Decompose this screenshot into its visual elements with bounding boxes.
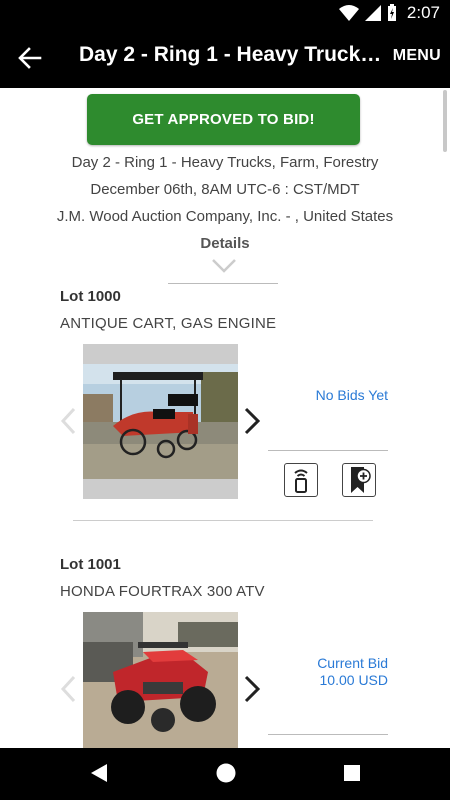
menu-button[interactable]: MENU	[393, 47, 441, 65]
battery-icon	[387, 4, 396, 21]
chevron-left-icon[interactable]	[58, 406, 78, 436]
bid-status: Current Bid 10.00 USD	[258, 655, 388, 689]
antique-cart-photo	[83, 364, 238, 479]
bookmark-add-icon	[351, 467, 371, 493]
bid-amount: 10.00 USD	[319, 672, 388, 688]
lot-number: Lot 1000	[60, 288, 121, 305]
chevron-down-icon[interactable]	[211, 258, 237, 274]
app-bar: Day 2 - Ring 1 - Heavy Trucks, Farm, For…	[0, 26, 450, 88]
lot-title[interactable]: ANTIQUE CART, GAS ENGINE	[60, 315, 276, 332]
lot-divider	[73, 520, 373, 521]
watchlist-button[interactable]	[342, 463, 376, 497]
signal-icon	[364, 5, 381, 21]
status-time: 2:07	[406, 3, 440, 22]
bid-status: No Bids Yet	[258, 387, 388, 404]
recents-icon[interactable]	[342, 762, 362, 784]
remote-bid-icon	[294, 469, 308, 493]
status-icons: 2:07	[338, 3, 440, 23]
back-icon[interactable]	[89, 762, 109, 784]
divider	[268, 734, 388, 735]
chevron-right-icon[interactable]	[240, 406, 264, 436]
lot-number: Lot 1001	[60, 556, 121, 573]
live-bid-button[interactable]	[284, 463, 318, 497]
get-approved-button[interactable]: GET APPROVED TO BID!	[87, 94, 360, 145]
divider	[268, 450, 388, 451]
status-bar: 2:07	[0, 0, 450, 26]
lot-title[interactable]: HONDA FOURTRAX 300 ATV	[60, 583, 265, 600]
auction-name: Day 2 - Ring 1 - Heavy Trucks, Farm, For…	[71, 154, 379, 171]
scrollbar[interactable]	[443, 90, 447, 152]
back-arrow-icon[interactable]	[16, 44, 44, 72]
chevron-left-icon[interactable]	[58, 674, 78, 704]
wifi-icon	[338, 5, 359, 21]
details-toggle[interactable]: Details	[0, 235, 450, 252]
page-title: Day 2 - Ring 1 - Heavy Trucks, Farm, For…	[79, 43, 389, 66]
bid-status-label: No Bids Yet	[315, 387, 388, 403]
lot-photo[interactable]	[83, 344, 238, 499]
home-icon[interactable]	[215, 762, 237, 784]
divider	[168, 283, 278, 284]
auction-company: J.M. Wood Auction Company, Inc. - , Unit…	[56, 208, 394, 225]
lot-photo[interactable]	[83, 612, 238, 748]
atv-photo	[83, 612, 238, 748]
auction-content[interactable]: GET APPROVED TO BID! Day 2 - Ring 1 - He…	[0, 88, 450, 748]
bid-status-label: Current Bid	[317, 655, 388, 671]
system-nav-bar	[0, 748, 450, 800]
auction-date: December 06th, 8AM UTC-6 : CST/MDT	[90, 181, 360, 198]
